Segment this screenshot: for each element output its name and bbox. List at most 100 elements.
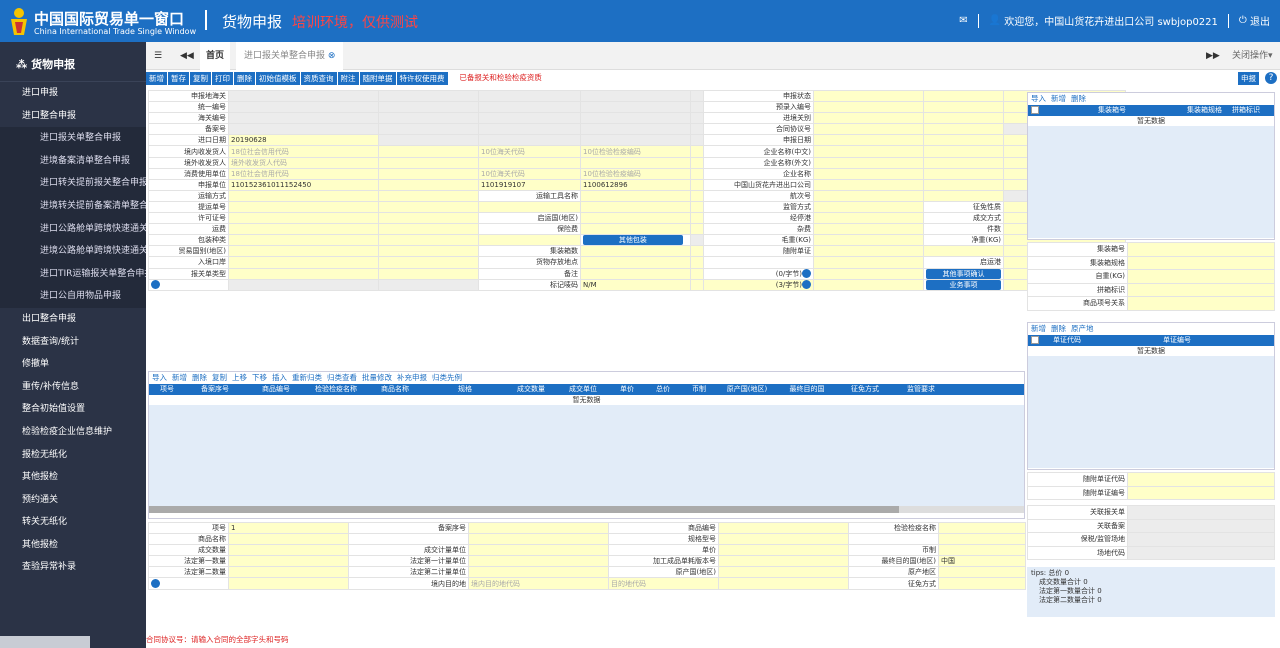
sidebar-item[interactable]: 其他报检 bbox=[0, 466, 146, 489]
form-field[interactable]: 1100612896 bbox=[580, 178, 691, 191]
goods-tool[interactable]: 批量修改 bbox=[362, 373, 392, 382]
sidebar-item[interactable]: 进境备案清单整合申报 bbox=[0, 149, 146, 173]
form-field[interactable] bbox=[580, 267, 691, 280]
detail-field[interactable] bbox=[938, 544, 1026, 557]
form-field[interactable] bbox=[580, 212, 691, 225]
detail-expand-icon[interactable] bbox=[151, 579, 160, 589]
form-field[interactable] bbox=[378, 245, 479, 258]
form-field[interactable] bbox=[228, 112, 379, 125]
sidebar-item[interactable]: 进口申报 bbox=[0, 82, 146, 105]
form-field[interactable] bbox=[813, 267, 924, 280]
detail-field[interactable] bbox=[468, 566, 609, 579]
form-field[interactable] bbox=[690, 267, 704, 280]
form-field[interactable]: 10位海关代码 bbox=[478, 167, 581, 180]
detail-field[interactable] bbox=[718, 566, 849, 579]
form-field[interactable] bbox=[580, 89, 691, 103]
form-field[interactable] bbox=[580, 112, 691, 125]
toolbar-button[interactable]: 初始值模板 bbox=[256, 72, 300, 85]
form-field[interactable] bbox=[228, 223, 379, 236]
goods-tool[interactable]: 上移 bbox=[232, 373, 247, 382]
goods-column-header[interactable]: 币制 bbox=[681, 384, 717, 395]
panel-tool[interactable]: 删除 bbox=[1051, 324, 1066, 333]
detail-field[interactable] bbox=[228, 577, 349, 590]
marks-collapse-icon[interactable] bbox=[802, 280, 811, 290]
form-field[interactable] bbox=[580, 101, 691, 114]
form-field[interactable] bbox=[478, 234, 581, 247]
mail-icon[interactable]: ✉ bbox=[959, 15, 967, 26]
form-field[interactable] bbox=[228, 278, 379, 291]
column-header[interactable]: 单证代码 bbox=[1042, 335, 1092, 346]
goods-tool[interactable]: 插入 bbox=[272, 373, 287, 382]
column-header[interactable]: 集装箱规格 bbox=[1182, 105, 1227, 116]
panel-tool[interactable]: 新增 bbox=[1051, 94, 1066, 103]
form-field[interactable] bbox=[690, 212, 704, 225]
goods-column-header[interactable]: 监管要求 bbox=[893, 384, 949, 395]
sidebar-item[interactable]: 查验异常补录 bbox=[0, 556, 146, 579]
form-field[interactable] bbox=[923, 123, 1004, 136]
tab-import-declaration[interactable]: 进口报关单整合申报 ⊗ bbox=[236, 42, 344, 70]
sidebar-item[interactable]: 进口整合申报 bbox=[0, 105, 146, 128]
detail-field[interactable]: 境内目的地代码 bbox=[468, 577, 609, 590]
sidebar-item[interactable]: 数据查询/统计 bbox=[0, 331, 146, 354]
logout-link[interactable]: 退出 bbox=[1250, 13, 1270, 28]
form-field[interactable]: 110152361011152450 bbox=[228, 178, 379, 191]
form-field[interactable] bbox=[813, 212, 924, 225]
form-field[interactable] bbox=[690, 200, 704, 214]
goods-column-header[interactable]: 原产国(地区) bbox=[717, 384, 777, 395]
other-confirm-button[interactable]: 其他事项确认 bbox=[926, 269, 1001, 279]
form-field[interactable] bbox=[813, 189, 924, 202]
detail-field[interactable] bbox=[228, 555, 349, 568]
panel-tool[interactable]: 导入 bbox=[1031, 94, 1046, 103]
goods-tool[interactable]: 重新归类 bbox=[292, 373, 322, 382]
panel-field[interactable] bbox=[1127, 296, 1275, 311]
form-field[interactable] bbox=[690, 123, 704, 136]
form-field[interactable]: 18位社会信用代码 bbox=[228, 167, 379, 180]
form-field[interactable] bbox=[580, 223, 691, 236]
help-icon[interactable]: ? bbox=[1265, 72, 1277, 84]
toolbar-button[interactable]: 新增 bbox=[146, 72, 167, 85]
notes-collapse-icon[interactable] bbox=[802, 269, 811, 279]
detail-field[interactable]: 中国 bbox=[938, 555, 1026, 568]
sidebar-item[interactable]: 预约通关 bbox=[0, 489, 146, 512]
goods-tool[interactable]: 归类先例 bbox=[432, 373, 462, 382]
form-field[interactable] bbox=[580, 256, 691, 269]
sidebar-item[interactable]: 进境公路舱单跨境快速通关 bbox=[0, 240, 146, 263]
form-field[interactable] bbox=[228, 245, 379, 258]
toolbar-button[interactable]: 复制 bbox=[190, 72, 211, 85]
declare-button[interactable]: 申报 bbox=[1238, 72, 1259, 85]
form-field[interactable] bbox=[228, 123, 379, 136]
panel-tool[interactable]: 原产地 bbox=[1071, 324, 1094, 333]
select-all-checkbox[interactable] bbox=[1031, 106, 1039, 114]
form-field[interactable] bbox=[690, 223, 704, 236]
form-field[interactable] bbox=[228, 212, 379, 225]
detail-field[interactable] bbox=[718, 521, 849, 535]
form-field[interactable] bbox=[228, 101, 379, 114]
panel-tool[interactable]: 新增 bbox=[1031, 324, 1046, 333]
form-field[interactable] bbox=[813, 234, 924, 247]
tab-next-icon[interactable]: ▶▶ bbox=[1206, 42, 1220, 70]
form-field[interactable] bbox=[378, 145, 479, 158]
tab-home[interactable]: 首页 bbox=[200, 42, 231, 70]
form-field[interactable] bbox=[923, 145, 1004, 158]
detail-field[interactable] bbox=[228, 533, 349, 546]
form-field[interactable] bbox=[690, 156, 704, 169]
form-field[interactable] bbox=[813, 278, 924, 291]
form-field[interactable] bbox=[923, 89, 1004, 103]
sidebar-item[interactable]: 整合初始值设置 bbox=[0, 398, 146, 421]
form-field[interactable] bbox=[813, 112, 924, 125]
form-field[interactable] bbox=[690, 134, 704, 147]
detail-field[interactable] bbox=[938, 566, 1026, 579]
goods-column-header[interactable]: 成交单位 bbox=[557, 384, 609, 395]
form-field[interactable] bbox=[378, 212, 479, 225]
goods-column-header[interactable]: 单价 bbox=[609, 384, 645, 395]
panel-field[interactable] bbox=[1127, 472, 1275, 487]
sidebar-item[interactable]: 进境转关提前备案清单整合申报 bbox=[0, 194, 146, 218]
sidebar-item[interactable]: 转关无纸化 bbox=[0, 511, 146, 534]
form-field[interactable] bbox=[378, 134, 479, 147]
column-header[interactable]: 拼箱标识 bbox=[1227, 105, 1265, 116]
goods-column-header[interactable]: 总价 bbox=[645, 384, 681, 395]
form-field[interactable] bbox=[580, 134, 691, 147]
form-field[interactable] bbox=[378, 89, 479, 103]
form-field[interactable] bbox=[580, 245, 691, 258]
form-field[interactable]: 10位海关代码 bbox=[478, 145, 581, 158]
